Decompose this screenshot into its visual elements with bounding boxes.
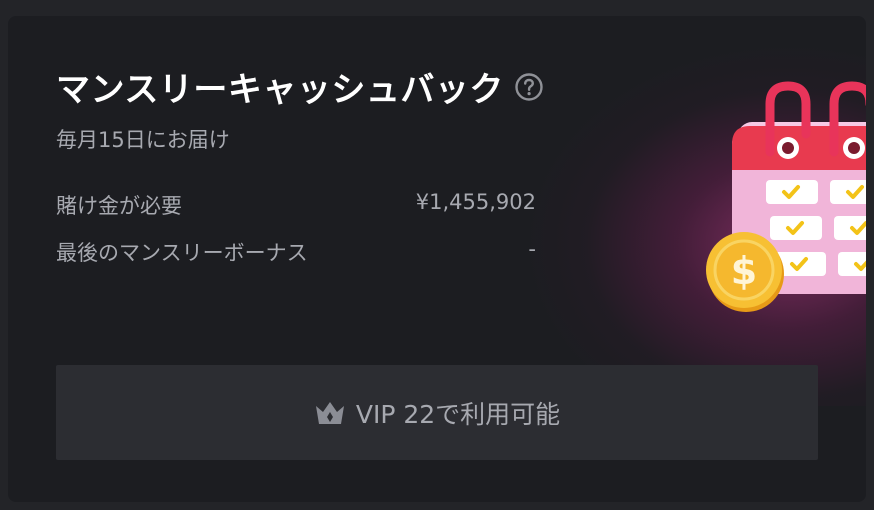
last-monthly-bonus-value: - bbox=[528, 237, 536, 261]
last-monthly-bonus-label: 最後のマンスリーボーナス bbox=[56, 241, 308, 265]
calendar-coin-illustration: $ bbox=[706, 81, 866, 312]
vip-unlock-label: VIP 22で利用可能 bbox=[355, 399, 561, 429]
last-monthly-bonus-row: 最後のマンスリーボーナス - bbox=[56, 237, 536, 267]
svg-text:$: $ bbox=[731, 249, 757, 293]
question-circle-icon[interactable] bbox=[514, 72, 544, 102]
crown-icon bbox=[315, 401, 344, 424]
wager-required-label: 賭け金が必要 bbox=[56, 194, 182, 218]
wager-required-value: ¥1,455,902 bbox=[415, 190, 536, 214]
vip-unlock-button[interactable]: VIP 22で利用可能 bbox=[56, 365, 818, 460]
title-row: マンスリーキャッシュバック bbox=[56, 62, 544, 111]
card-subtitle: 毎月15日にお届け bbox=[56, 128, 230, 152]
monthly-cashback-card: マンスリーキャッシュバック 毎月15日にお届け 賭け金が必要 ¥1,455,90… bbox=[8, 16, 866, 502]
wager-required-row: 賭け金が必要 ¥1,455,902 bbox=[56, 190, 536, 220]
card-title: マンスリーキャッシュバック bbox=[56, 70, 504, 110]
